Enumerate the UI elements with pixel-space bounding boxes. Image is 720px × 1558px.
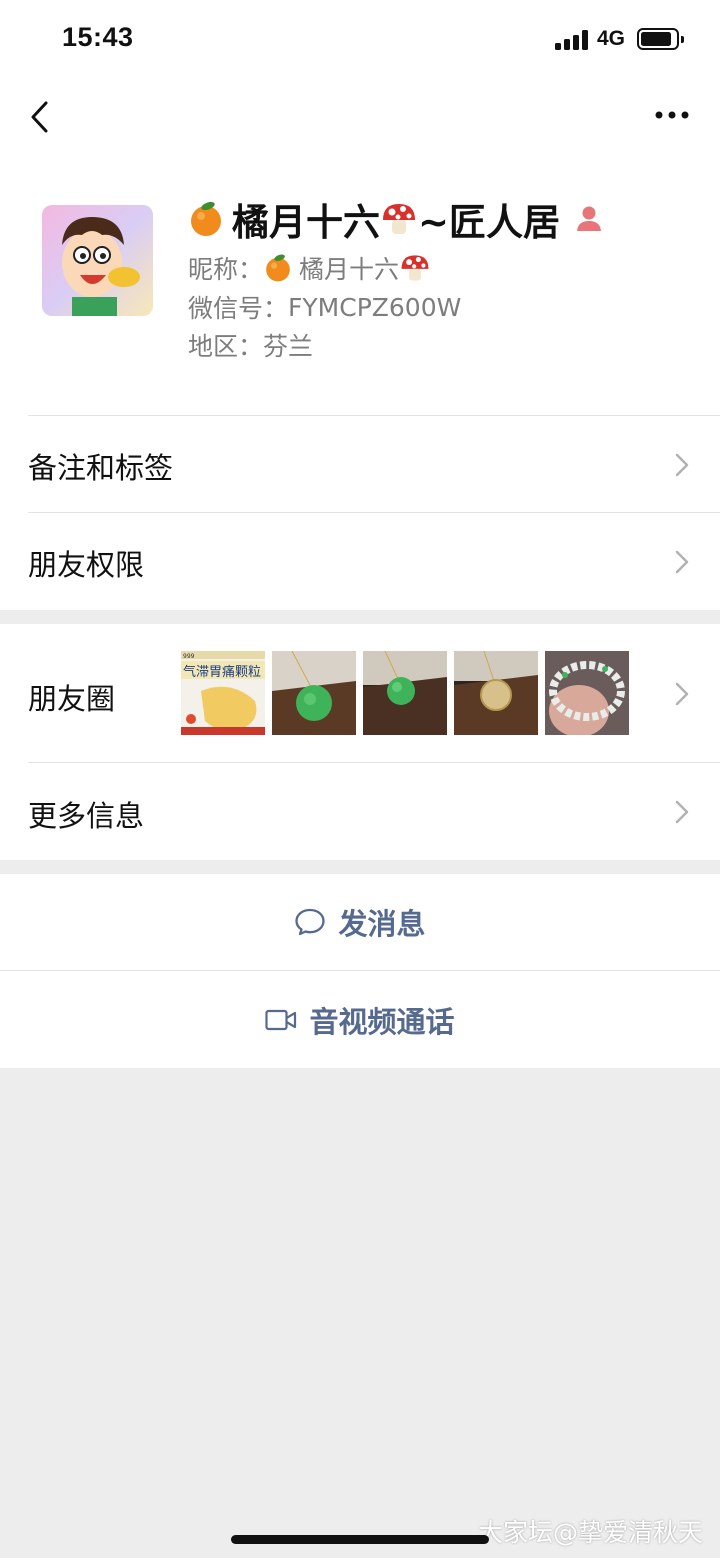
network-label: 4G (597, 27, 626, 50)
more-icon[interactable] (654, 110, 690, 120)
medicine-brand-text: 999 (183, 653, 195, 660)
remarks-tags-row[interactable]: 备注和标签 (0, 416, 720, 513)
chat-bubble-icon (295, 908, 326, 936)
jade-pendant-thumb-2 (363, 651, 447, 735)
send-message-button[interactable]: 发消息 (0, 874, 720, 971)
more-info-row[interactable]: 更多信息 (0, 763, 720, 860)
status-time: 15:43 (62, 22, 134, 52)
moments-label: 朋友圈 (28, 682, 116, 716)
battery-icon (637, 28, 684, 50)
nickname-line: 昵称： 橘月十六 (188, 250, 431, 286)
mushroom-icon (401, 255, 429, 281)
back-icon[interactable] (28, 100, 52, 134)
friend-permissions-label: 朋友权限 (28, 548, 145, 582)
jade-pendant-thumb-1 (272, 651, 356, 735)
tangerine-icon (191, 201, 221, 236)
chevron-right-icon (675, 800, 689, 824)
chevron-right-icon (675, 550, 689, 574)
signal-icon (555, 30, 589, 50)
bead-bracelet-thumb (545, 651, 629, 735)
mushroom-icon (383, 204, 415, 234)
wechat-id-label: 微信号： (188, 294, 289, 323)
avatar[interactable] (42, 205, 153, 316)
female-gender-icon (577, 206, 602, 231)
voice-video-call-label: 音视频通话 (309, 1004, 455, 1039)
wechat-id-value: FYMCPZ600W (288, 292, 462, 322)
moments-thumbnails: 999 气滞胃痛颗粒 (181, 651, 629, 735)
watermark: 大家坛@挚爱清秋天 (478, 1518, 704, 1547)
moments-row[interactable]: 朋友圈 999 气滞胃痛颗粒 (0, 624, 720, 763)
region-line: 地区： 芬兰 (188, 327, 313, 363)
send-message-label: 发消息 (338, 907, 426, 941)
wechat-id-line: 微信号： FYMCPZ600W (188, 289, 461, 325)
tangerine-icon (266, 254, 290, 282)
status-bar: 15:43 4G (0, 0, 720, 78)
friend-permissions-row[interactable]: 朋友权限 (0, 513, 720, 610)
chevron-right-icon (675, 682, 689, 706)
profile-display-name-suffix: ~匠人居 (418, 201, 561, 244)
remarks-tags-label: 备注和标签 (28, 451, 174, 485)
nav-bar (0, 78, 720, 168)
voice-video-call-button[interactable]: 音视频通话 (0, 971, 720, 1068)
chevron-right-icon (675, 453, 689, 477)
nickname-value: 橘月十六 (299, 255, 400, 284)
more-info-label: 更多信息 (28, 799, 145, 833)
video-camera-icon (265, 1009, 297, 1030)
medicine-caption-text: 气滞胃痛颗粒 (183, 664, 261, 680)
region-value: 芬兰 (263, 332, 314, 361)
region-label: 地区： (188, 332, 264, 361)
medicine-box-thumb: 999 气滞胃痛颗粒 (181, 651, 265, 735)
profile-display-name: 橘月十六 (232, 201, 380, 244)
profile-name-row: 橘月十六 ~匠人居 (188, 194, 604, 244)
profile-header: 橘月十六 ~匠人居 昵称： 橘月十六 微信号： FYMCPZ600W 地区： 芬… (0, 168, 720, 416)
gold-pendant-thumb (454, 651, 538, 735)
home-indicator[interactable] (231, 1535, 489, 1544)
nickname-label: 昵称： (188, 255, 264, 284)
